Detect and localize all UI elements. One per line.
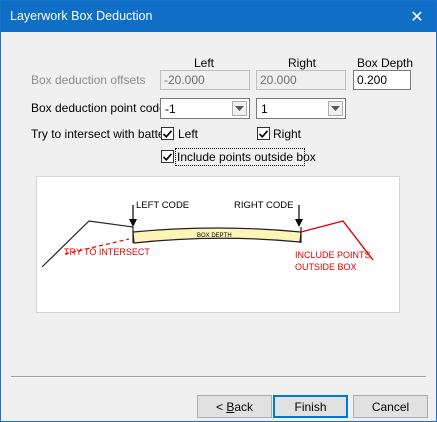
- separator: [11, 376, 426, 378]
- header-box-depth: Box Depth: [357, 56, 414, 70]
- left-code-dropdown-button[interactable]: [232, 101, 247, 116]
- close-icon: ✕: [410, 8, 424, 26]
- right-arrowhead-icon: [295, 219, 303, 227]
- try-intersect-text: TRY TO INTERSECT: [64, 247, 150, 257]
- left-batter-line: [41, 220, 134, 268]
- window-title: Layerwork Box Deduction: [10, 9, 153, 23]
- batter-left-checkbox[interactable]: [161, 127, 174, 140]
- left-offset-field[interactable]: -20.000: [160, 70, 250, 90]
- box-depth-field[interactable]: 0.200: [353, 70, 411, 90]
- batter-left-label[interactable]: Left: [178, 127, 198, 141]
- include-outside-label[interactable]: Include points outside box: [177, 150, 316, 164]
- right-code-combo[interactable]: 1: [256, 98, 346, 119]
- batter-right-label[interactable]: Right: [273, 127, 301, 141]
- finish-button[interactable]: Finish: [273, 395, 348, 418]
- chevron-down-icon: [331, 106, 340, 111]
- checkmark-icon: [163, 129, 172, 138]
- finish-button-label: Finish: [294, 399, 327, 414]
- checkmark-icon: [163, 152, 172, 161]
- back-button[interactable]: < Back: [197, 395, 272, 418]
- include-points-text-1: INCLUDE POINTS: [295, 250, 371, 260]
- right-code-dropdown-button[interactable]: [328, 101, 343, 116]
- diagram-illustration: LEFT CODE RIGHT CODE BOX DEPTH TRY TO IN…: [41, 200, 374, 272]
- right-offset-field[interactable]: 20.000: [256, 70, 346, 90]
- back-button-prefix: <: [215, 399, 227, 414]
- back-button-accel: B: [226, 399, 235, 414]
- box-depth-text: BOX DEPTH: [197, 233, 232, 239]
- right-code-text: RIGHT CODE: [234, 200, 293, 211]
- cancel-button[interactable]: Cancel: [353, 395, 428, 418]
- include-outside-checkbox[interactable]: [161, 150, 174, 163]
- box-deduction-diagram: LEFT CODE RIGHT CODE BOX DEPTH TRY TO IN…: [36, 176, 400, 313]
- batters-label: Try to intersect with batters: [31, 127, 175, 141]
- chevron-down-icon: [235, 106, 244, 111]
- left-code-value: -1: [165, 102, 176, 116]
- point-codes-label: Box deduction point codes: [31, 101, 172, 115]
- left-code-text: LEFT CODE: [136, 200, 189, 211]
- close-button[interactable]: ✕: [398, 1, 436, 32]
- offsets-label: Box deduction offsets: [31, 73, 146, 87]
- checkmark-icon: [259, 129, 268, 138]
- back-button-label: ack: [234, 399, 254, 414]
- right-code-value: 1: [261, 102, 268, 116]
- include-points-text-2: OUTSIDE BOX: [295, 262, 357, 272]
- left-code-combo[interactable]: -1: [160, 98, 250, 119]
- cancel-button-label: Cancel: [371, 399, 410, 414]
- left-arrowhead-icon: [129, 219, 137, 227]
- title-bar: Layerwork Box Deduction ✕: [1, 1, 436, 32]
- header-left: Left: [194, 56, 215, 70]
- dialog-window: Layerwork Box Deduction ✕ Left Right Box…: [0, 0, 437, 422]
- header-right: Right: [288, 56, 317, 70]
- batter-right-checkbox[interactable]: [257, 127, 270, 140]
